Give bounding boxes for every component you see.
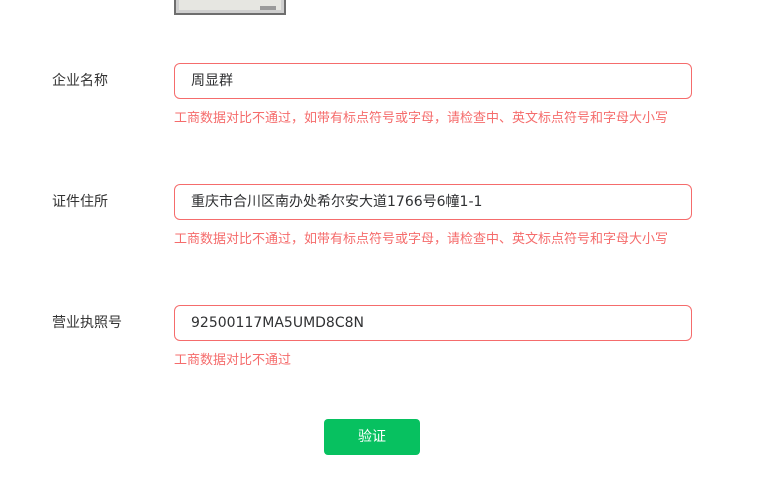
company-name-input[interactable]: 周显群 [174, 63, 692, 99]
address-label: 证件住所 [52, 194, 108, 210]
address-input[interactable]: 重庆市合川区南办处希尔安大道1766号6幢1-1 [174, 184, 692, 220]
license-number-input[interactable]: 92500117MA5UMD8C8N [174, 305, 692, 341]
address-error: 工商数据对比不通过，如带有标点符号或字母，请检查中、英文标点符号和字母大小写 [174, 232, 669, 247]
license-number-label: 营业执照号 [52, 315, 122, 331]
company-name-label: 企业名称 [52, 73, 108, 89]
license-stamp [260, 6, 276, 10]
company-name-error: 工商数据对比不通过，如带有标点符号或字母，请检查中、英文标点符号和字母大小写 [174, 111, 669, 126]
verify-button[interactable]: 验证 [324, 419, 420, 455]
business-license-image[interactable] [174, 0, 286, 15]
license-number-error: 工商数据对比不通过 [174, 353, 292, 368]
verification-form-page: 企业名称 周显群 工商数据对比不通过，如带有标点符号或字母，请检查中、英文标点符… [0, 0, 776, 481]
